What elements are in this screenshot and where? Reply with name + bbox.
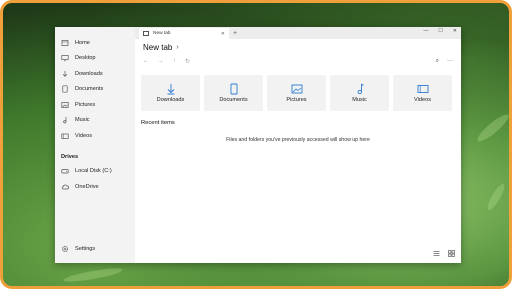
desktop-wallpaper: Home Desktop Downloads Documents Picture… <box>0 0 512 289</box>
sidebar-item-downloads[interactable]: Downloads <box>55 66 135 82</box>
sidebar-item-label: Desktop <box>75 55 96 62</box>
navigation-toolbar: ← → ↑ ↻ ⌕ ··· <box>135 55 461 67</box>
video-icon <box>61 132 69 140</box>
sidebar-item-label: Local Disk (C:) <box>75 168 112 175</box>
view-toggles <box>433 250 455 259</box>
sidebar-item-documents[interactable]: Documents <box>55 82 135 98</box>
sidebar-item-label: Pictures <box>75 101 96 108</box>
sidebar-item-label: Documents <box>75 86 104 93</box>
close-tab-icon[interactable]: ✕ <box>221 31 225 37</box>
page-title: New tab <box>143 42 173 52</box>
add-tab-button[interactable]: + <box>233 28 237 39</box>
wallpaper-highlight <box>62 265 124 285</box>
tiles-view-icon[interactable] <box>448 250 455 259</box>
gear-icon <box>61 245 69 253</box>
settings-button[interactable]: Settings <box>55 242 95 258</box>
recent-items-heading: Recent items <box>141 120 175 126</box>
sidebar-item-local-disk[interactable]: Local Disk (C:) <box>55 164 135 180</box>
details-view-icon[interactable] <box>433 250 440 259</box>
cloud-icon <box>61 183 69 191</box>
picture-icon <box>61 101 69 109</box>
sidebar-item-onedrive[interactable]: OneDrive <box>55 179 135 195</box>
tile-downloads[interactable]: Downloads <box>141 75 200 111</box>
sidebar-item-videos[interactable]: Videos <box>55 128 135 144</box>
recent-empty-message: Files and folders you've previously acce… <box>226 137 370 143</box>
minimize-button[interactable]: — <box>423 28 428 34</box>
document-icon <box>61 85 69 93</box>
download-icon <box>61 70 69 78</box>
sidebar-item-label: OneDrive <box>75 183 99 190</box>
tile-label: Pictures <box>286 97 307 103</box>
tab-folder-icon <box>143 31 149 36</box>
sidebar-item-home[interactable]: Home <box>55 35 135 51</box>
music-icon <box>355 83 365 95</box>
sidebar-item-label: Music <box>75 117 90 124</box>
sidebar-item-label: Home <box>75 39 90 46</box>
drive-icon <box>61 167 69 175</box>
tile-pictures[interactable]: Pictures <box>267 75 326 111</box>
settings-label: Settings <box>75 246 96 253</box>
search-icon[interactable]: ⌕ <box>436 55 439 67</box>
up-arrow-icon[interactable]: ↑ <box>173 58 176 64</box>
tab-strip: New tab ✕ + — ☐ ✕ <box>135 27 461 39</box>
close-window-button[interactable]: ✕ <box>453 28 457 34</box>
quick-access-tiles: Downloads Documents Pictures Music Video… <box>135 67 461 111</box>
download-icon <box>166 83 176 95</box>
picture-icon <box>291 83 303 95</box>
forward-arrow-icon[interactable]: → <box>158 58 164 64</box>
document-icon <box>229 83 239 95</box>
tile-label: Music <box>352 97 367 103</box>
music-icon <box>61 116 69 124</box>
sidebar: Home Desktop Downloads Documents Picture… <box>55 27 135 263</box>
maximize-button[interactable]: ☐ <box>438 28 442 34</box>
tab-new-tab[interactable]: New tab ✕ <box>139 28 229 39</box>
wallpaper-highlight <box>485 182 507 212</box>
desktop-icon <box>61 54 69 62</box>
sidebar-item-label: Downloads <box>75 70 103 77</box>
window-controls: — ☐ ✕ <box>423 28 457 34</box>
sidebar-item-pictures[interactable]: Pictures <box>55 97 135 113</box>
tile-music[interactable]: Music <box>330 75 389 111</box>
tab-title: New tab <box>153 31 171 36</box>
video-icon <box>417 83 429 95</box>
home-icon <box>61 39 69 47</box>
sidebar-item-desktop[interactable]: Desktop <box>55 51 135 67</box>
refresh-icon[interactable]: ↻ <box>185 58 190 65</box>
tile-label: Documents <box>219 97 248 103</box>
more-options-icon[interactable]: ··· <box>447 55 453 67</box>
location-header: New tab › <box>135 39 461 55</box>
chevron-right-icon[interactable]: › <box>176 44 178 51</box>
main-pane: New tab ✕ + — ☐ ✕ New tab › ← → ↑ ↻ ⌕ ··… <box>135 27 461 263</box>
tile-label: Videos <box>413 97 431 103</box>
tile-label: Downloads <box>156 97 185 103</box>
wallpaper-highlight <box>474 111 509 145</box>
back-arrow-icon[interactable]: ← <box>143 58 149 64</box>
sidebar-item-label: Videos <box>75 132 93 139</box>
file-explorer-window: Home Desktop Downloads Documents Picture… <box>55 27 461 263</box>
tile-documents[interactable]: Documents <box>204 75 263 111</box>
toolbar-right: ⌕ ··· <box>436 55 453 67</box>
drives-heading: Drives <box>61 153 79 160</box>
sidebar-item-music[interactable]: Music <box>55 113 135 129</box>
tile-videos[interactable]: Videos <box>393 75 452 111</box>
